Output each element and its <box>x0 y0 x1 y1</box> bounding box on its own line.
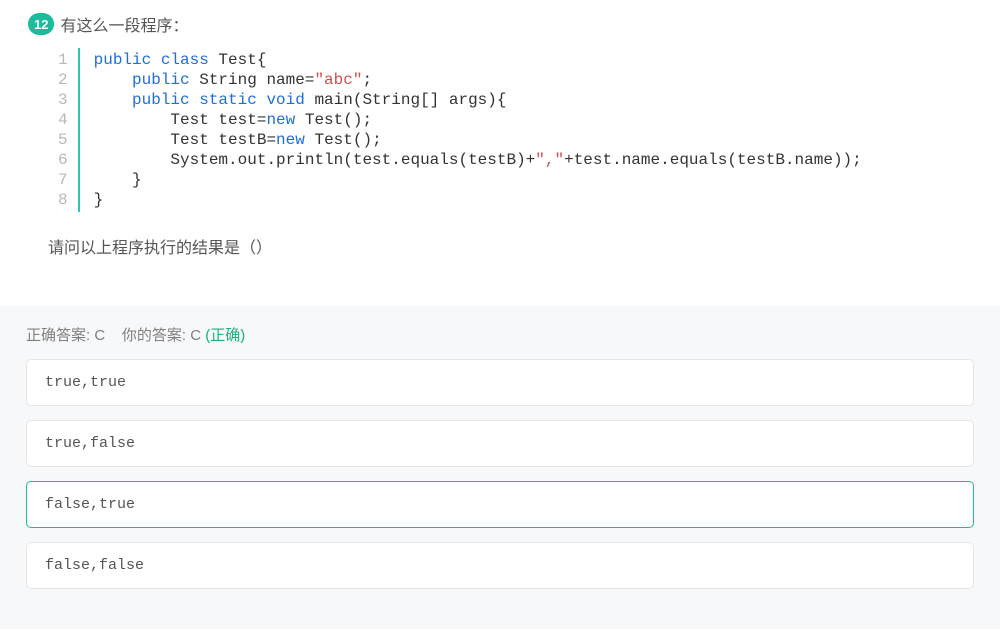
line-number: 8 <box>58 190 68 210</box>
code-block: 12345678 public class Test{ public Strin… <box>58 48 1000 212</box>
question-header: 12 有这么一段程序： <box>0 0 1000 44</box>
code-line: } <box>94 190 862 210</box>
code-line: System.out.println(test.equals(testB)+",… <box>94 150 862 170</box>
code-text: Test(); <box>305 131 382 149</box>
answer-status: (正确) <box>205 327 245 344</box>
question-intro-text: 有这么一段程序： <box>60 12 188 36</box>
code-gutter: 12345678 <box>58 48 80 212</box>
code-text: String name= <box>190 71 315 89</box>
code-keyword: new <box>276 131 305 149</box>
your-answer-label: 你的答案: <box>122 327 190 344</box>
answer-section: 正确答案: C 你的答案: C (正确) true,true true,false… <box>0 306 1000 629</box>
question-prompt: 请问以上程序执行的结果是（） <box>0 222 1000 266</box>
code-text: +test.name.equals(testB.name)); <box>564 151 862 169</box>
option-b[interactable]: true,false <box>26 420 974 467</box>
line-number: 6 <box>58 150 68 170</box>
code-line: public class Test{ <box>94 50 862 70</box>
option-text: true,true <box>45 374 126 391</box>
correct-answer-label: 正确答案: <box>26 327 94 344</box>
code-text <box>94 71 132 89</box>
your-answer-value: C <box>190 327 201 344</box>
code-text: } <box>94 191 104 209</box>
code-line: Test testB=new Test(); <box>94 130 862 150</box>
code-keyword: public <box>132 71 190 89</box>
code-text <box>94 91 132 109</box>
line-number: 1 <box>58 50 68 70</box>
code-text: Test(); <box>295 111 372 129</box>
option-text: true,false <box>45 435 135 452</box>
line-number: 3 <box>58 90 68 110</box>
code-keyword: public class <box>94 51 209 69</box>
code-keyword: new <box>266 111 295 129</box>
option-c[interactable]: false,true <box>26 481 974 528</box>
code-text: System.out.println(test.equals(testB)+ <box>94 151 536 169</box>
option-text: false,false <box>45 557 144 574</box>
line-number: 2 <box>58 70 68 90</box>
code-text: ; <box>362 71 372 89</box>
option-d[interactable]: false,false <box>26 542 974 589</box>
line-number: 4 <box>58 110 68 130</box>
option-a[interactable]: true,true <box>26 359 974 406</box>
answer-header: 正确答案: C 你的答案: C (正确) <box>26 324 974 345</box>
options-list: true,true true,false false,true false,false <box>26 359 974 589</box>
code-line: Test test=new Test(); <box>94 110 862 130</box>
option-text: false,true <box>45 496 135 513</box>
code-lines: public class Test{ public String name="a… <box>80 48 862 212</box>
code-line: } <box>94 170 862 190</box>
code-text: Test testB= <box>94 131 276 149</box>
line-number: 5 <box>58 130 68 150</box>
code-string: "," <box>535 151 564 169</box>
code-text: } <box>94 171 142 189</box>
code-string: "abc" <box>314 71 362 89</box>
question-number-badge: 12 <box>28 13 54 35</box>
code-text: Test test= <box>94 111 267 129</box>
code-line: public static void main(String[] args){ <box>94 90 862 110</box>
line-number: 7 <box>58 170 68 190</box>
code-line: public String name="abc"; <box>94 70 862 90</box>
code-text: Test{ <box>209 51 267 69</box>
code-keyword: public static void <box>132 91 305 109</box>
correct-answer-value: C <box>94 327 105 344</box>
code-text: main(String[] args){ <box>305 91 507 109</box>
